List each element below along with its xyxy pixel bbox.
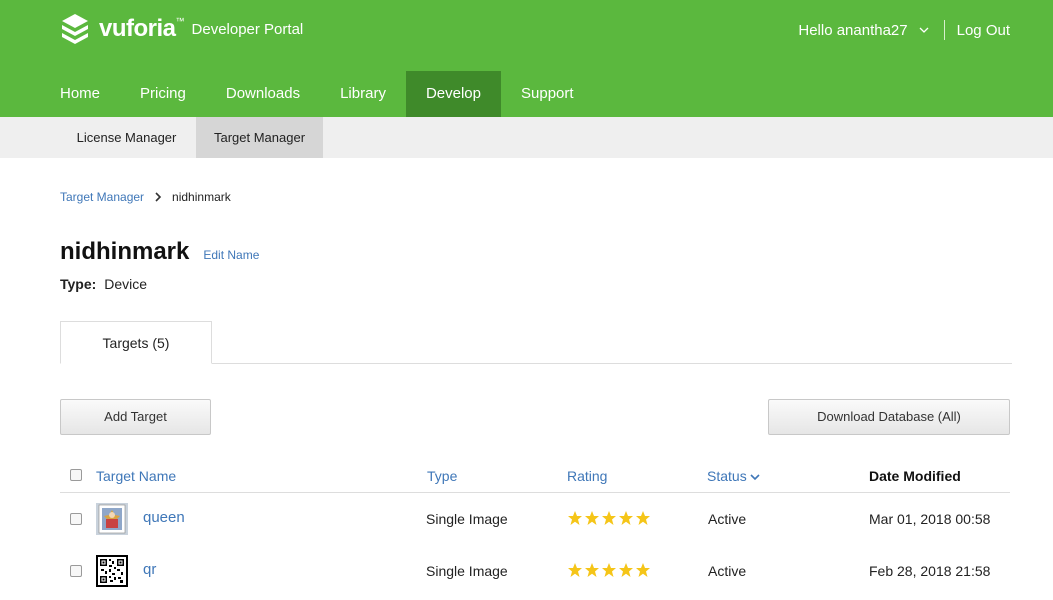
breadcrumb-parent-link[interactable]: Target Manager [60,190,144,204]
nav-item-downloads[interactable]: Downloads [206,71,320,117]
header-divider [943,20,945,40]
star-icon [602,511,616,525]
status-header-label: Status [707,468,747,484]
column-header-target-name[interactable]: Target Name [96,468,176,484]
queen-card-thumbnail-icon[interactable] [96,503,128,535]
target-name-link[interactable]: queen [143,509,185,526]
nav-item-library[interactable]: Library [320,71,406,117]
qr-code-thumbnail-icon[interactable] [96,555,128,587]
column-header-date-modified[interactable]: Date Modified [869,468,961,484]
top-header-bar: vuforia ™ Developer Portal Hello anantha… [0,0,1053,117]
targets-table-header: Target Name Type Rating Status Date Modi… [60,460,1010,493]
target-name-link[interactable]: qr [143,561,156,578]
column-header-rating[interactable]: Rating [567,468,607,484]
target-status: Active [708,563,747,579]
vuforia-logo[interactable]: vuforia ™ Developer Portal [60,12,303,46]
column-header-status[interactable]: Status [707,468,760,484]
target-status: Active [708,511,747,527]
tab-targets[interactable]: Targets (5) [60,321,212,364]
edit-name-link[interactable]: Edit Name [203,248,259,262]
star-icon [602,563,616,577]
subnav-license-manager[interactable]: License Manager [60,117,193,158]
row-checkbox[interactable] [70,513,82,525]
star-icon [568,511,582,525]
sub-nav: License Manager Target Manager [0,117,1053,158]
breadcrumb: Target Manager nidhinmark [60,190,231,204]
database-title-row: nidhinmark Edit Name [60,238,259,266]
star-icon [619,511,633,525]
user-greeting: Hello anantha27 [798,21,908,39]
vuforia-logo-icon [62,14,88,44]
subnav-target-manager[interactable]: Target Manager [196,117,323,158]
target-date-modified: Mar 01, 2018 00:58 [869,511,991,527]
database-type: Type: Device [60,276,147,292]
logo-wordmark: vuforia [99,15,176,42]
logo-trademark: ™ [175,16,185,26]
row-checkbox[interactable] [70,565,82,577]
type-label: Type: [60,276,97,292]
nav-item-develop[interactable]: Develop [405,71,501,117]
table-row: queen Single Image Active Mar 01, 2018 0… [60,493,1010,545]
chevron-down-icon [919,27,929,33]
target-date-modified: Feb 28, 2018 21:58 [869,563,991,579]
star-icon [636,563,650,577]
user-menu-toggle[interactable]: Hello anantha27 [798,22,929,39]
user-area: Hello anantha27 Log Out [798,18,1010,42]
star-icon [585,511,599,525]
breadcrumb-chevron-icon [155,192,162,202]
target-type: Single Image [426,563,508,579]
star-icon [619,563,633,577]
breadcrumb-current: nidhinmark [172,190,231,204]
portal-label: Developer Portal [191,20,304,38]
download-database-button[interactable]: Download Database (All) [768,399,1010,435]
star-icon [585,563,599,577]
main-nav: Home Pricing Downloads Library Develop S… [40,71,594,117]
column-header-type[interactable]: Type [427,468,457,484]
nav-item-support[interactable]: Support [501,71,594,117]
select-all-checkbox[interactable] [70,469,82,481]
target-type: Single Image [426,511,508,527]
type-value: Device [104,276,147,292]
sort-chevron-down-icon [750,474,760,481]
nav-item-pricing[interactable]: Pricing [120,71,206,117]
page-title: nidhinmark [60,238,190,265]
add-target-button[interactable]: Add Target [60,399,211,435]
rating-stars [567,562,652,578]
table-row: qr Single Image Active Feb 28, 2018 21:5… [60,545,1010,597]
star-icon [636,511,650,525]
star-icon [568,563,582,577]
logout-link[interactable]: Log Out [957,22,1010,39]
nav-item-home[interactable]: Home [40,71,120,117]
rating-stars [567,510,652,526]
